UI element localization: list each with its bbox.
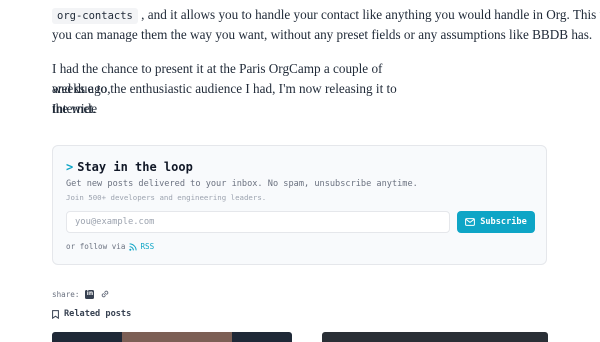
paragraph-text: you can manage them the way you want, wi… bbox=[52, 27, 593, 42]
related-post-thumbnail[interactable] bbox=[322, 332, 548, 342]
newsletter-social-proof: Join 500+ developers and engineering lea… bbox=[66, 193, 267, 202]
prompt-glyph: > bbox=[66, 160, 74, 174]
newsletter-subtitle: Get new posts delivered to your inbox. N… bbox=[66, 179, 418, 189]
article-paragraph-2: I had the chance to present it at the Pa… bbox=[52, 59, 412, 119]
related-post-thumbnail[interactable] bbox=[52, 332, 292, 342]
share-label: share: bbox=[52, 289, 80, 299]
paragraph-line: I had the chance to present it at the Pa… bbox=[52, 61, 383, 96]
paragraph-line: Internet. bbox=[52, 101, 97, 116]
rss-icon bbox=[129, 242, 138, 251]
related-posts-heading: Related posts bbox=[52, 309, 131, 319]
newsletter-card: > Stay in the loop Get new posts delivere… bbox=[52, 145, 547, 265]
bookmark-icon bbox=[52, 309, 59, 319]
inline-code: org-contacts bbox=[52, 8, 138, 24]
share-row: share: in bbox=[52, 289, 110, 299]
newsletter-title-text: Stay in the loop bbox=[77, 160, 193, 174]
article-paragraph-1: org-contacts , and it allows you to hand… bbox=[52, 5, 600, 45]
follow-row: or follow via RSS bbox=[66, 242, 154, 251]
link-icon[interactable] bbox=[100, 289, 110, 299]
rss-label: RSS bbox=[140, 242, 155, 251]
follow-text: or follow via bbox=[66, 242, 126, 251]
newsletter-title: > Stay in the loop bbox=[66, 160, 193, 174]
linkedin-icon[interactable]: in bbox=[85, 289, 95, 299]
related-posts-label: Related posts bbox=[64, 309, 132, 319]
subscribe-label: Subscribe bbox=[480, 217, 527, 227]
paragraph-text: , and it allows you to handle your conta… bbox=[141, 7, 600, 22]
paragraph-line: and due to the enthusiastic audience I h… bbox=[52, 81, 397, 116]
rss-link[interactable]: RSS bbox=[129, 242, 154, 251]
email-input[interactable] bbox=[66, 211, 450, 233]
mail-icon bbox=[465, 218, 476, 226]
subscribe-button[interactable]: Subscribe bbox=[457, 211, 535, 233]
